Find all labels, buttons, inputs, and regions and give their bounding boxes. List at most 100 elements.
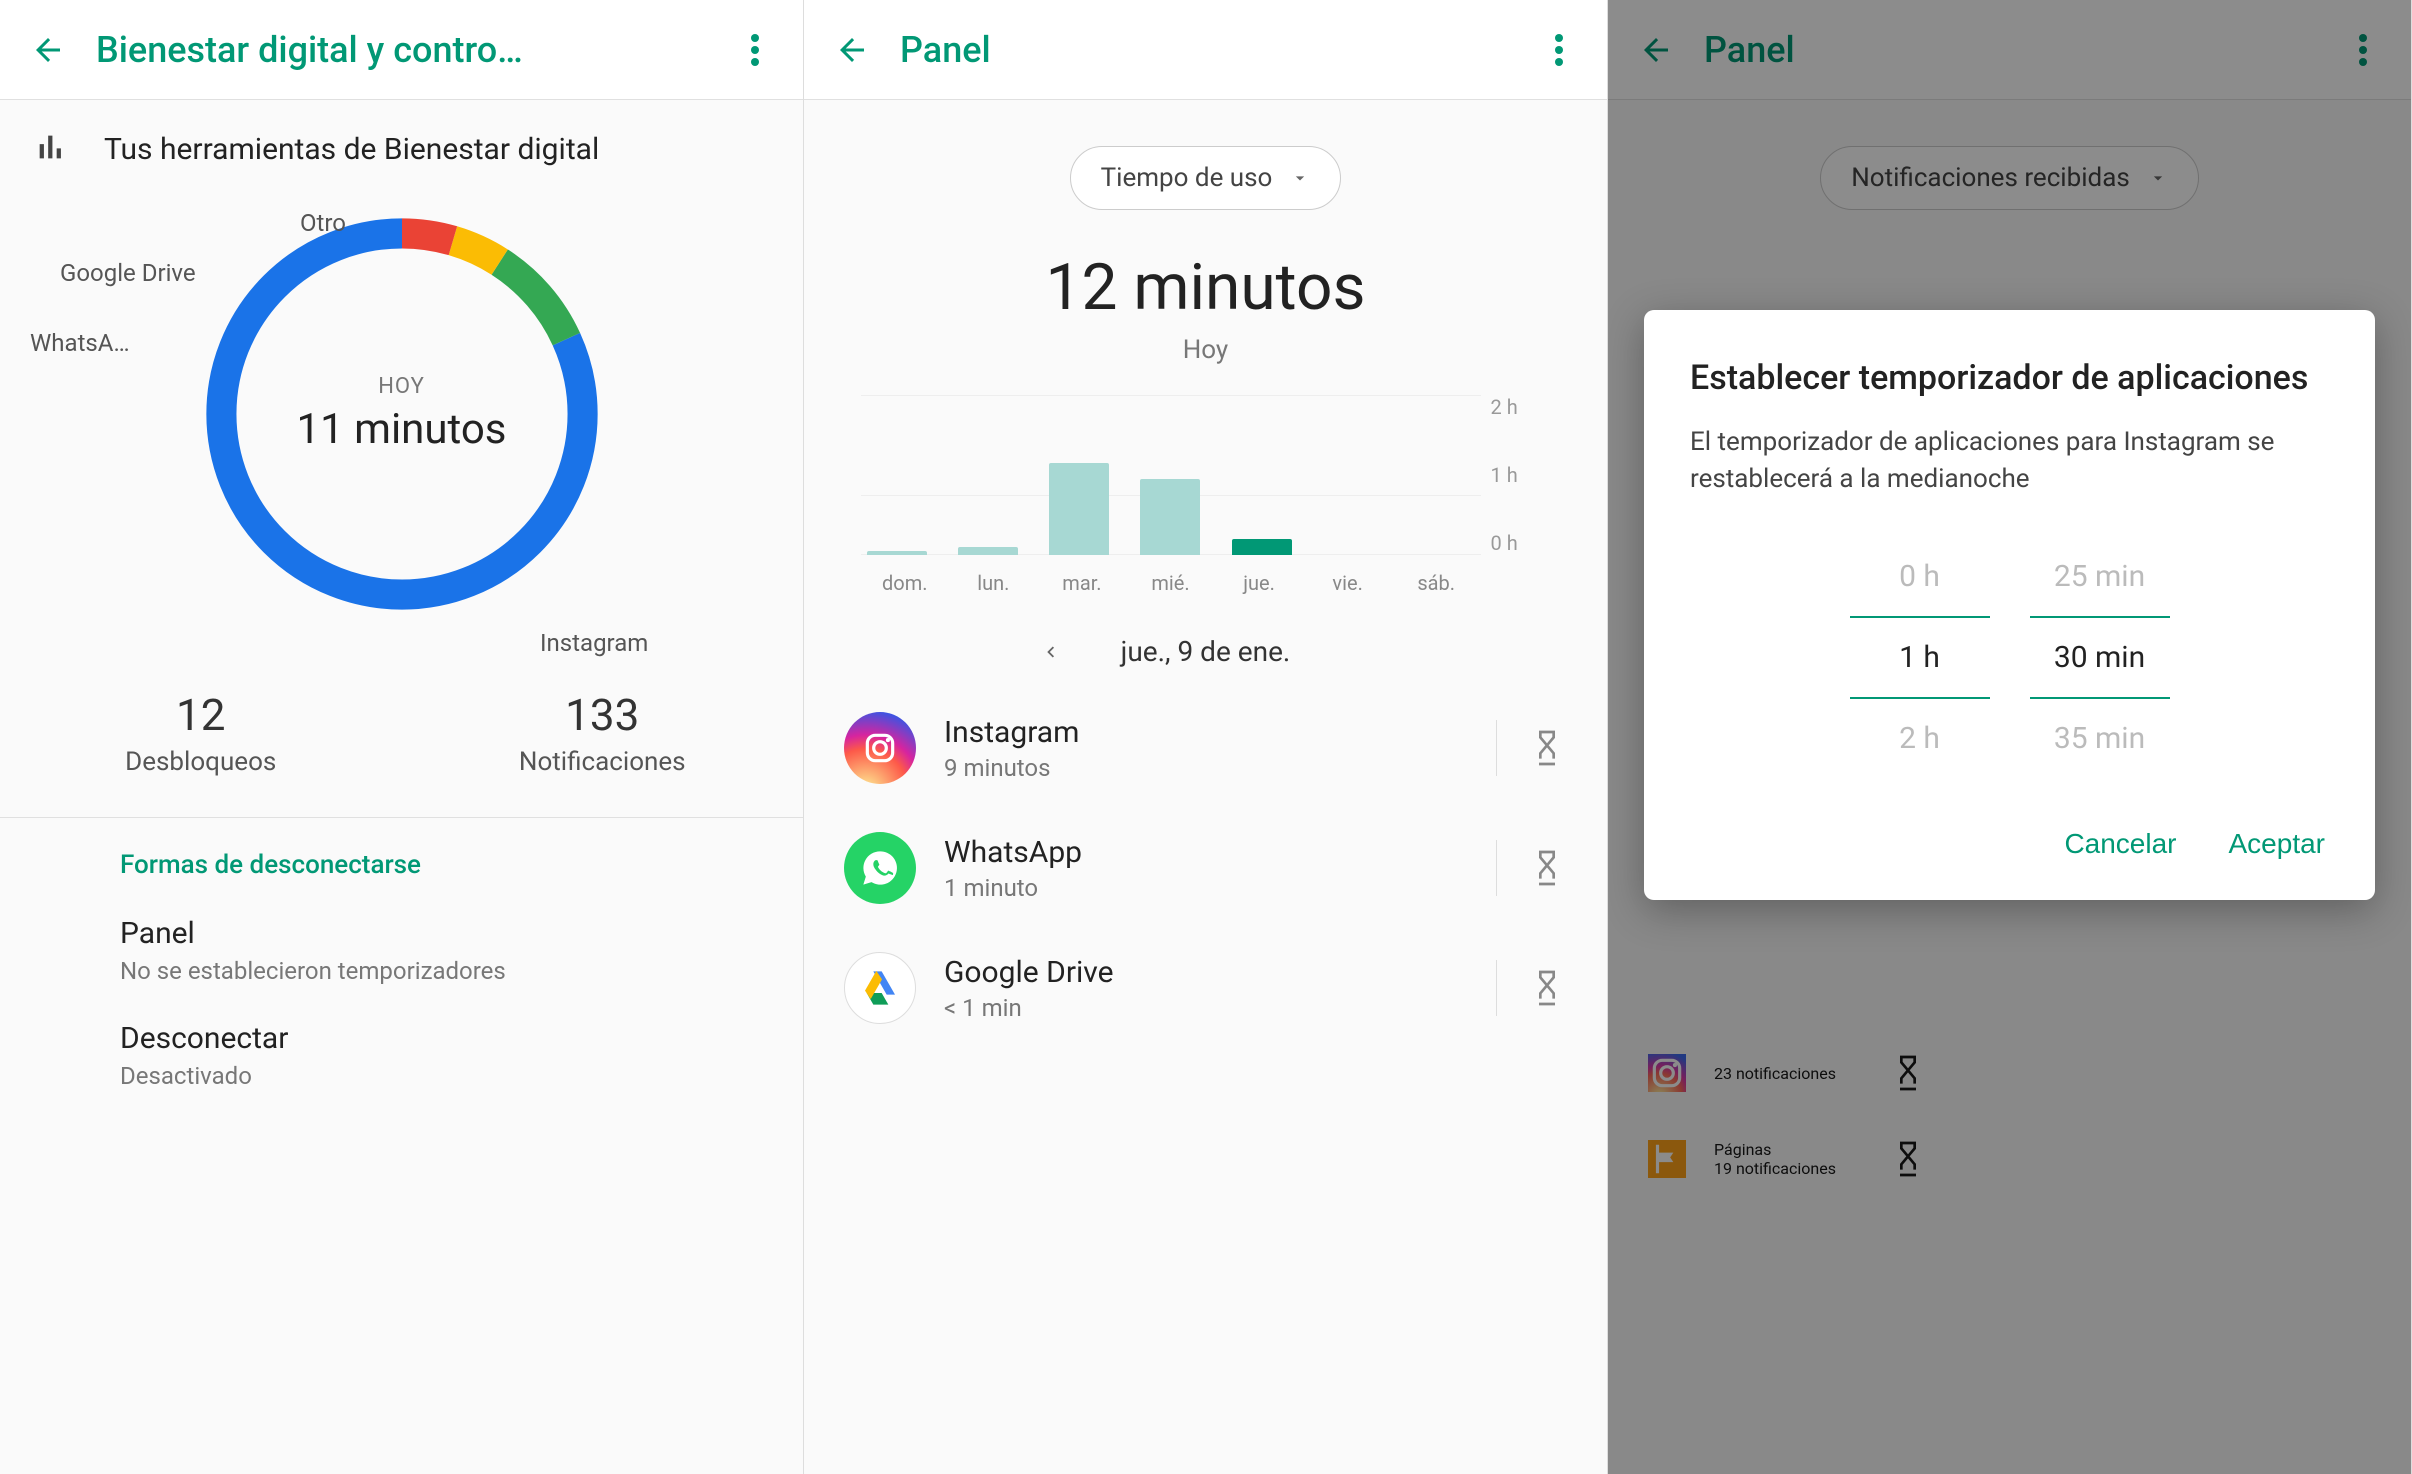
divider	[1496, 960, 1497, 1016]
hourglass-icon	[1531, 969, 1563, 1007]
hours-picker[interactable]: 0 h 1 h 2 h	[1850, 537, 1990, 778]
donut-today-label: HOY	[297, 374, 507, 399]
picker-option-selected[interactable]: 30 min	[2030, 616, 2170, 699]
app-row[interactable]: WhatsApp 1 minuto	[804, 808, 1607, 928]
overflow-menu[interactable]	[735, 30, 775, 70]
bar-label: dom.	[861, 571, 950, 595]
instagram-icon	[844, 712, 916, 784]
item-disconnect-title: Desconectar	[120, 1021, 769, 1056]
subhead-disconnect: Formas de desconectarse	[0, 818, 803, 898]
whatsapp-icon	[844, 832, 916, 904]
minutes-picker[interactable]: 25 min 30 min 35 min	[2030, 537, 2170, 778]
bar-label: sáb.	[1392, 571, 1481, 595]
divider	[1496, 840, 1497, 896]
donut-label-instagram: Instagram	[540, 629, 648, 657]
item-disconnect[interactable]: Desconectar Desactivado	[0, 1003, 803, 1108]
app-name: Instagram	[944, 715, 1468, 750]
y-tick: 0 h	[1491, 531, 1551, 555]
notifs-value: 133	[402, 689, 804, 741]
hourglass-icon	[1531, 849, 1563, 887]
timer-dialog: Establecer temporizador de aplicaciones …	[1644, 310, 2375, 900]
bar-label: lun.	[949, 571, 1038, 595]
picker-option[interactable]: 2 h	[1850, 699, 1990, 778]
stat-unlocks[interactable]: 12 Desbloqueos	[0, 689, 402, 777]
metric-selector-chip[interactable]: Tiempo de uso	[1070, 146, 1342, 210]
stat-notifications[interactable]: 133 Notificaciones	[402, 689, 804, 777]
bar-lun.[interactable]	[958, 547, 1018, 555]
bar-label: vie.	[1303, 571, 1392, 595]
screen-timer-dialog: Panel Notificaciones recibidas 23 notifi…	[1608, 0, 2412, 1474]
more-vert-icon	[1555, 33, 1563, 67]
appbar: Panel	[804, 0, 1607, 100]
dialog-title: Establecer temporizador de aplicaciones	[1690, 356, 2329, 400]
bar-chart-icon	[34, 130, 74, 164]
current-date: jue., 9 de ene.	[1121, 635, 1291, 668]
hourglass-icon	[1531, 729, 1563, 767]
back-button[interactable]	[832, 30, 872, 70]
item-panel[interactable]: Panel No se establecieron temporizadores	[0, 898, 803, 1003]
section-header: Tus herramientas de Bienestar digital	[0, 100, 803, 179]
y-tick: 2 h	[1491, 395, 1551, 419]
item-panel-title: Panel	[120, 916, 769, 951]
screen-panel: Panel Tiempo de uso 12 minutos Hoy 2 h 1…	[804, 0, 1608, 1474]
y-axis: 2 h 1 h 0 h	[1491, 395, 1551, 555]
picker-option-selected[interactable]: 1 h	[1850, 616, 1990, 699]
donut-today-value: 11 minutos	[297, 405, 507, 454]
bar-label: mié.	[1126, 571, 1215, 595]
cancel-button[interactable]: Cancelar	[2060, 818, 2180, 870]
appbar: Bienestar digital y contro…	[0, 0, 803, 100]
unlocks-label: Desbloqueos	[0, 747, 402, 777]
y-tick: 1 h	[1491, 463, 1551, 487]
dropdown-icon	[1290, 168, 1310, 188]
accept-button[interactable]: Aceptar	[2225, 818, 2330, 870]
picker-option[interactable]: 0 h	[1850, 537, 1990, 616]
dialog-body: El temporizador de aplicaciones para Ins…	[1690, 424, 2329, 497]
bar-mar.[interactable]	[1049, 463, 1109, 555]
bar-dom.[interactable]	[867, 551, 927, 555]
total-time: 12 minutos	[804, 250, 1607, 325]
usage-donut-chart[interactable]: HOY 11 minutos	[187, 199, 617, 629]
chip-label: Tiempo de uso	[1101, 163, 1273, 193]
app-detail: 9 minutos	[944, 754, 1468, 782]
donut-center: HOY 11 minutos	[297, 374, 507, 454]
donut-label-otro: Otro	[300, 209, 346, 237]
drive-icon	[844, 952, 916, 1024]
more-vert-icon	[751, 33, 759, 67]
weekly-bar-chart[interactable]: 2 h 1 h 0 h dom.lun.mar.mié.jue.vie.sáb.	[861, 395, 1551, 595]
prev-day-button[interactable]	[1039, 641, 1061, 663]
date-nav: jue., 9 de ene.	[804, 635, 1607, 668]
page-heading: Tus herramientas de Bienestar digital	[104, 130, 599, 169]
stats-row: 12 Desbloqueos 133 Notificaciones	[0, 689, 803, 777]
app-row[interactable]: Instagram 9 minutos	[804, 688, 1607, 808]
today-label: Hoy	[804, 335, 1607, 365]
app-name: WhatsApp	[944, 835, 1468, 870]
app-detail: 1 minuto	[944, 874, 1468, 902]
appbar-title: Panel	[900, 29, 1539, 71]
dialog-actions: Cancelar Aceptar	[1690, 818, 2329, 870]
item-panel-subtitle: No se establecieron temporizadores	[120, 957, 769, 985]
unlocks-value: 12	[0, 689, 402, 741]
overflow-menu[interactable]	[1539, 30, 1579, 70]
donut-label-whatsapp: WhatsA…	[30, 329, 130, 357]
picker-option[interactable]: 25 min	[2030, 537, 2170, 616]
divider	[1496, 720, 1497, 776]
picker-option[interactable]: 35 min	[2030, 699, 2170, 778]
donut-label-drive: Google Drive	[60, 259, 196, 287]
appbar-title: Bienestar digital y contro…	[96, 29, 735, 71]
timer-button[interactable]	[1531, 849, 1567, 887]
arrow-back-icon	[834, 32, 870, 68]
notifs-label: Notificaciones	[402, 747, 804, 777]
arrow-back-icon	[30, 32, 66, 68]
chevron-left-icon	[1039, 641, 1061, 663]
screen-wellbeing: Bienestar digital y contro… Tus herramie…	[0, 0, 804, 1474]
app-row[interactable]: Google Drive< 1 min	[804, 928, 1607, 1048]
bar-mié.[interactable]	[1140, 479, 1200, 555]
timer-button[interactable]	[1531, 729, 1567, 767]
back-button[interactable]	[28, 30, 68, 70]
timer-button[interactable]	[1531, 969, 1567, 1007]
time-picker[interactable]: 0 h 1 h 2 h 25 min 30 min 35 min	[1690, 537, 2329, 778]
bar-jue.[interactable]	[1232, 539, 1292, 555]
item-disconnect-subtitle: Desactivado	[120, 1062, 769, 1090]
bar-label: jue.	[1215, 571, 1304, 595]
app-name: Google Drive	[944, 955, 1468, 990]
